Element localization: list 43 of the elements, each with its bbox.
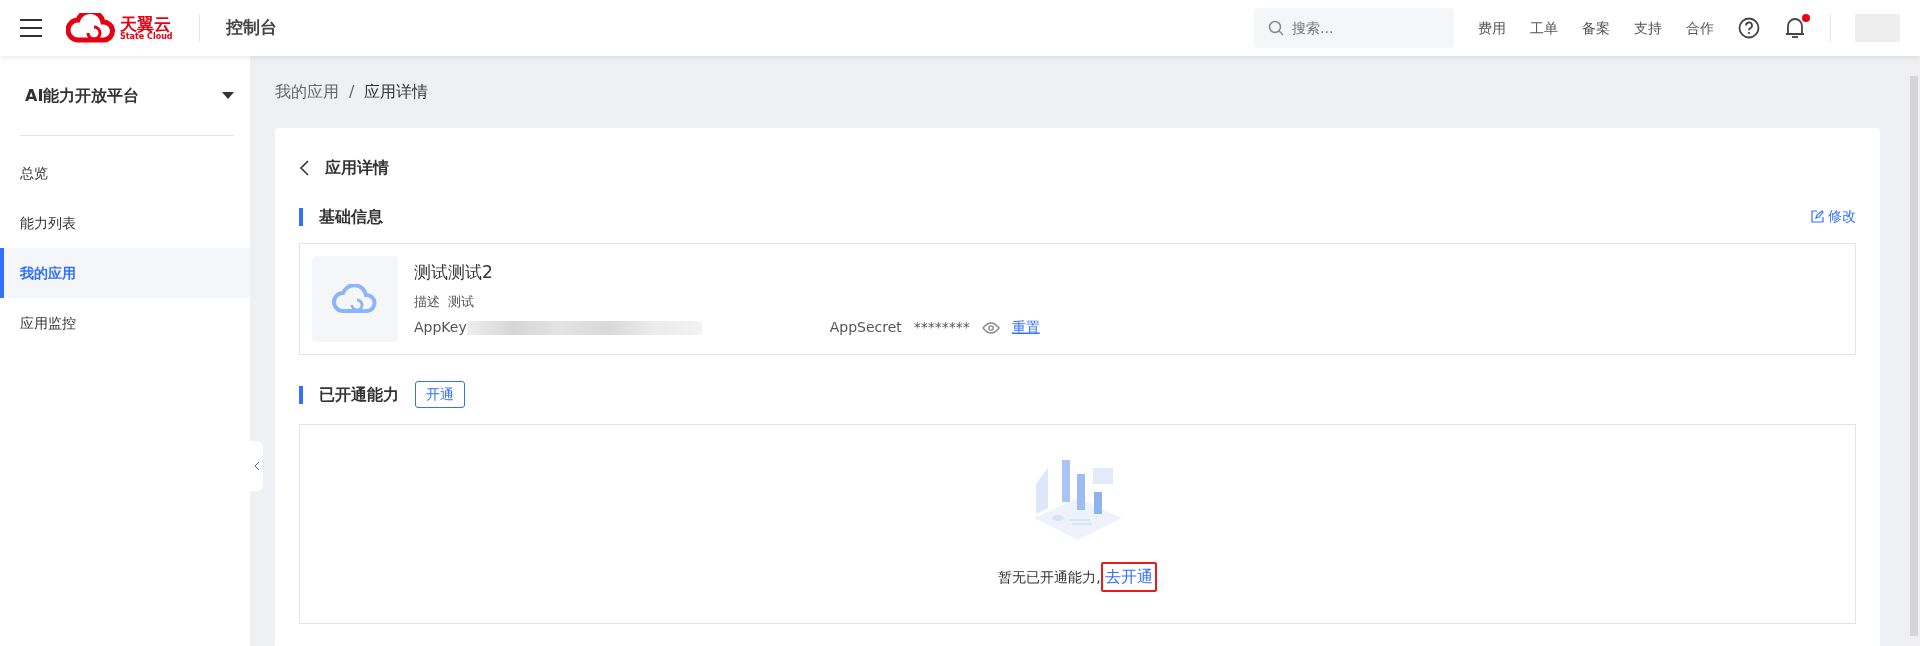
- description-value: 测试: [448, 292, 474, 311]
- breadcrumb-separator: /: [349, 81, 355, 103]
- sidebar-item[interactable]: 我的应用: [0, 248, 250, 298]
- sidebar-item[interactable]: 总览: [0, 148, 250, 198]
- dropdown-icon[interactable]: [222, 91, 234, 100]
- eye-icon[interactable]: [981, 321, 1000, 334]
- header-link[interactable]: 工单: [1530, 17, 1558, 39]
- appsecret-value: ********: [913, 318, 970, 337]
- menu-icon[interactable]: [20, 19, 42, 37]
- sidebar-item[interactable]: 能力列表: [0, 198, 250, 248]
- scrollbar[interactable]: [1908, 56, 1920, 646]
- header-link[interactable]: 备案: [1582, 17, 1610, 39]
- section-title: 基础信息: [299, 207, 383, 226]
- description-label: 描述: [414, 292, 440, 311]
- page-title: 应用详情: [325, 157, 389, 179]
- console-title: 控制台: [225, 16, 277, 40]
- sidebar-item[interactable]: 应用监控: [0, 298, 250, 348]
- breadcrumb-item[interactable]: 我的应用: [275, 80, 339, 104]
- section-title: 已开通能力: [299, 385, 399, 404]
- header-link[interactable]: 支持: [1634, 17, 1662, 39]
- collapse-handle[interactable]: [250, 441, 263, 491]
- open-link[interactable]: 去开通: [1100, 562, 1157, 592]
- platform-title: AI能力开放平台: [24, 84, 140, 107]
- search-field[interactable]: 搜索...: [1254, 8, 1454, 48]
- edit-link[interactable]: 修改: [1811, 206, 1856, 227]
- app-name: 测试测试2: [414, 261, 494, 284]
- help-icon[interactable]: [1738, 17, 1760, 39]
- bell-icon[interactable]: [1784, 16, 1806, 40]
- brand-name: 天翼云: [120, 15, 171, 33]
- breadcrumb-item: 应用详情: [364, 81, 429, 103]
- back-icon[interactable]: [299, 160, 309, 176]
- cloud-icon: [332, 284, 378, 314]
- cloud-logo-icon: [66, 13, 116, 43]
- edit-icon: [1811, 210, 1824, 223]
- appsecret-label: AppSecret: [829, 318, 902, 337]
- header-link[interactable]: 费用: [1478, 17, 1506, 39]
- brand-tagline: State Cloud: [120, 32, 173, 41]
- reset-link[interactable]: 重置: [1011, 317, 1040, 338]
- header-link[interactable]: 合作: [1686, 17, 1714, 39]
- open-button[interactable]: 开通: [415, 381, 465, 408]
- chevron-left-icon: [253, 461, 260, 471]
- empty-message: 暂无已开通能力,: [998, 567, 1101, 587]
- appkey-label: AppKey: [414, 318, 467, 337]
